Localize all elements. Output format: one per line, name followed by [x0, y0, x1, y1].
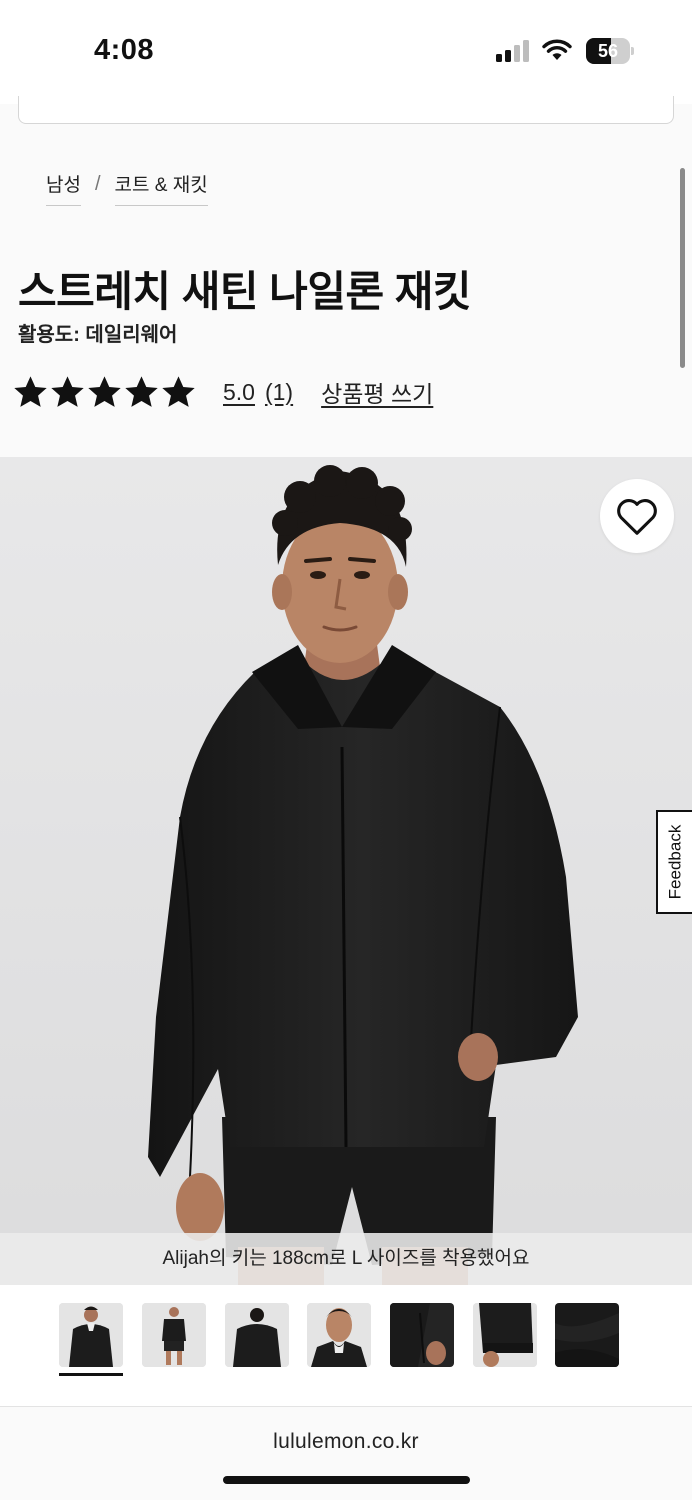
rating-value-link[interactable]: 5.0 — [223, 379, 255, 406]
feedback-label: Feedback — [665, 824, 685, 900]
thumbnail-pocket-detail[interactable] — [390, 1303, 454, 1367]
rating-row: 5.0 (1) 상품평 쓰기 — [12, 370, 433, 414]
thumbnail-active-indicator — [59, 1373, 123, 1376]
star-icon — [125, 375, 158, 407]
thumbnail-sleeve-detail[interactable] — [473, 1303, 537, 1367]
product-hero-image[interactable] — [0, 457, 692, 1285]
thumbnail-collar-closeup[interactable] — [307, 1303, 371, 1367]
thumbnail-full-body-view[interactable] — [142, 1303, 206, 1367]
status-clock: 4:08 — [94, 34, 155, 66]
cellular-signal-icon — [496, 40, 529, 62]
star-icon — [14, 375, 47, 407]
rating-stars[interactable] — [12, 374, 197, 411]
product-activity: 활용도: 데일리웨어 — [18, 324, 178, 346]
heart-icon — [617, 499, 657, 535]
battery-level: 56 — [597, 41, 619, 61]
star-icon — [162, 375, 195, 407]
thumbnail-fabric-detail[interactable] — [555, 1303, 619, 1367]
thumbnail-front-view[interactable] — [59, 1303, 123, 1367]
breadcrumb-item-coats-jackets[interactable]: 코트 & 재킷 — [114, 170, 208, 206]
address-url: lululemon.co.kr — [273, 1430, 419, 1453]
wishlist-button[interactable] — [600, 479, 674, 553]
status-bar: 4:08 56 — [0, 0, 692, 104]
search-box[interactable] — [18, 96, 674, 124]
breadcrumb-separator: / — [94, 172, 101, 195]
write-review-link[interactable]: 상품평 쓰기 — [321, 375, 433, 409]
model-illustration — [0, 457, 692, 1285]
battery-icon: 56 — [586, 38, 634, 64]
breadcrumb-item-men[interactable]: 남성 — [46, 170, 81, 206]
breadcrumb: 남성 / 코트 & 재킷 — [46, 170, 208, 206]
feedback-tab[interactable]: Feedback — [656, 810, 692, 914]
thumbnail-back-view[interactable] — [225, 1303, 289, 1367]
thumbnail-strip — [0, 1285, 692, 1407]
home-indicator[interactable] — [223, 1476, 470, 1484]
model-size-caption: Alijah의 키는 188cm로 L 사이즈를 착용했어요 — [0, 1233, 692, 1285]
star-icon — [88, 375, 121, 407]
product-title: 스트레치 새틴 나일론 재킷 — [18, 268, 472, 315]
review-count-link[interactable]: (1) — [265, 379, 293, 406]
browser-address-bar[interactable]: lululemon.co.kr — [0, 1408, 692, 1500]
scrollbar-thumb[interactable] — [680, 168, 685, 368]
wifi-icon — [542, 39, 572, 60]
star-icon — [51, 375, 84, 407]
